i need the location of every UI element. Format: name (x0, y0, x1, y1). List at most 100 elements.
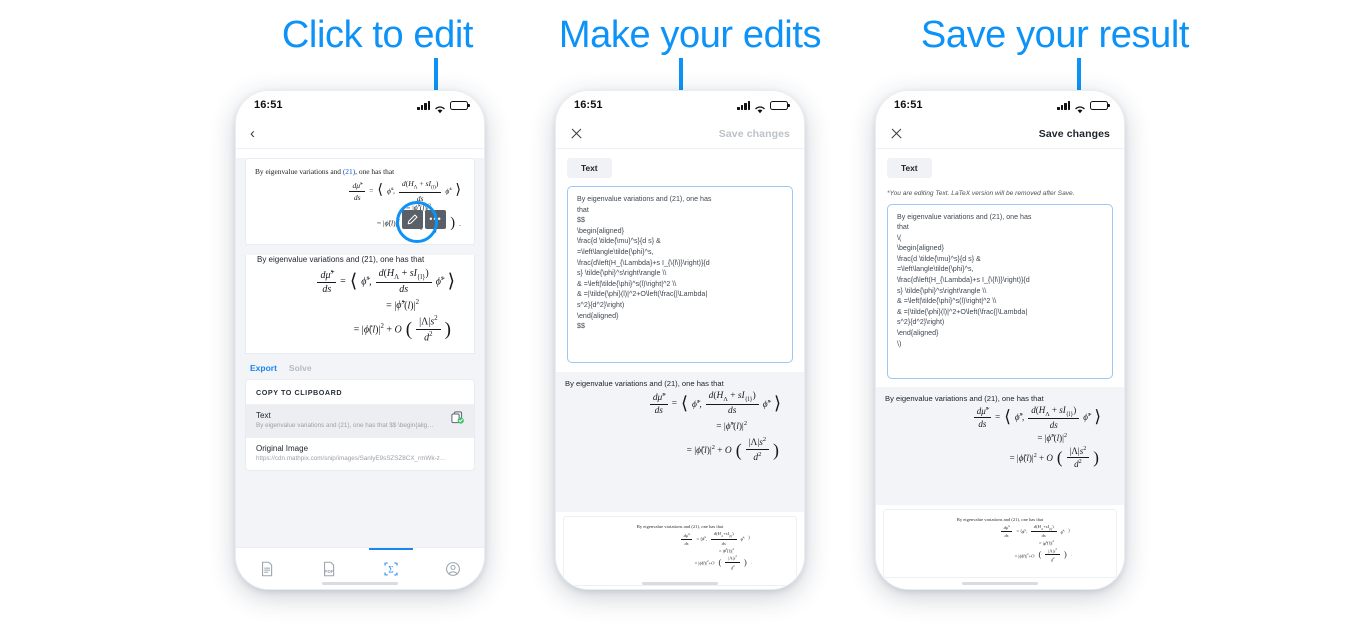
editor-line: s} \tilde{\phi}^s\right\rangle \\ (577, 269, 667, 278)
status-clock: 16:51 (254, 99, 283, 111)
editor-line: & =|\tilde{\phi}(l)|^2+O\left(\frac{|\La… (577, 290, 708, 299)
phone-mockup-1: 16:51 ‹ By eigenvalue variations and (21… (235, 90, 485, 590)
phone3-content: Text *You are editing Text. LaTeX versio… (876, 149, 1124, 589)
editor-line: \begin{aligned} (577, 226, 624, 235)
headline-make-your-edits: Make your edits (558, 14, 822, 56)
editor-line: =\left\langle\tilde{\phi}^s, (897, 265, 974, 274)
editor-line: \frac{d \tilde{\mu}^s}{d s} & (897, 254, 981, 263)
clipboard-row-text[interactable]: Text By eigenvalue variations and (21), … (246, 404, 474, 438)
status-bar-1: 16:51 (236, 91, 484, 119)
pdf-icon: PDF (324, 561, 335, 576)
snippet-card: By eigenvalue variations and (21), one h… (245, 158, 475, 246)
original-equation: dμ̃s ds = ⟨ϕ̃s, d(HΛ+sI(l)) ds ϕ̃s ⟩ = |ϕ̃s… (570, 531, 790, 571)
notch (637, 91, 723, 106)
phone1-content: By eigenvalue variations and (21), one h… (236, 158, 484, 589)
editor-line: & =\left|\tilde{\phi}^s(l)\right|^2 \\ (897, 297, 997, 306)
editor-line: s^2}{d^2}\right) (577, 300, 625, 309)
row-subtitle: https://cdn.mathpix.com/snip/images/Sanl… (256, 455, 447, 463)
rendered-equation: dμ̃s ds = ⟨ ϕ̃s, d(HΛ + sI{l}) ds ϕ̃s ⟩ = |ϕ… (255, 268, 465, 343)
editor-line: By eigenvalue variations and (21), one h… (577, 195, 712, 203)
sigma-snip-icon: Σ (384, 561, 398, 576)
editor-line: \frac{d\left(H_{\Lambda}+s I_{\{l\}}\rig… (897, 276, 1030, 285)
tab-export[interactable]: Export (250, 363, 277, 373)
editor-line: & =|\tilde{\phi}(l)|^2+O\left(\frac{|\La… (897, 307, 1028, 316)
preview-caption: By eigenvalue variations and (21), one h… (885, 393, 1044, 403)
svg-text:PDF: PDF (324, 568, 333, 573)
battery-icon (1090, 100, 1110, 110)
panel-header: COPY TO CLIPBOARD (256, 388, 343, 398)
editor-line: \end{aligned} (897, 329, 939, 338)
copy-to-clipboard-panel: COPY TO CLIPBOARD Text By eigenvalue var… (245, 379, 475, 472)
edit-button-highlight-ring (396, 201, 438, 243)
editor-line: & =\left|\tilde{\phi}^s(l)\right|^2 \\ (577, 279, 677, 288)
latex-editor-textarea[interactable]: By eigenvalue variations and (21), one h… (887, 203, 1113, 379)
editor-line: \frac{d\left(H_{\Lambda}+s I_{\{l\}}\rig… (577, 258, 710, 267)
battery-icon (450, 100, 470, 110)
headline-save-your-result: Save your result (920, 14, 1190, 56)
editor-line: $$ (577, 322, 585, 331)
equation-ref-link[interactable]: (21) (343, 167, 355, 176)
phone-mockup-2: 16:51 Save changes Text By eigenvalue va… (555, 90, 805, 590)
clipboard-row-original-image[interactable]: Original Image https://cdn.mathpix.com/s… (246, 437, 474, 470)
app-bar-3: Save changes (876, 119, 1124, 149)
close-icon[interactable] (890, 127, 903, 140)
original-image-preview-2: By eigenvalue variations and (21), one h… (563, 516, 797, 586)
signal-icon (417, 100, 430, 110)
back-icon[interactable]: ‹ (250, 126, 255, 141)
wifi-icon (1074, 101, 1086, 113)
status-clock: 16:51 (574, 99, 603, 111)
signal-icon (737, 100, 750, 110)
editor-line: =\left\langle\tilde{\phi}^s, (577, 247, 654, 256)
svg-text:Σ: Σ (388, 564, 393, 574)
editor-line: that (897, 223, 909, 232)
plain-paragraph: By eigenvalue variations and (21), one h… (257, 255, 425, 265)
preview-area-2: By eigenvalue variations and (21), one h… (556, 372, 804, 512)
status-bar-2: 16:51 (556, 91, 804, 119)
tab-solve[interactable]: Solve (289, 363, 312, 373)
original-caption: By eigenvalue variations and (21), one h… (956, 516, 1044, 522)
notch (957, 91, 1043, 106)
original-caption: By eigenvalue variations and (21), one h… (636, 524, 724, 529)
preview-equation: dμ̃s ds = ⟨ ϕ̃s, d(HΛ + sI{l}) ds ϕ̃s ⟩ = |ϕ… (883, 405, 1117, 469)
row-subtitle: By eigenvalue variations and (21), one h… (256, 422, 434, 430)
row-title: Text (256, 411, 271, 421)
editor-line: that (577, 205, 589, 214)
status-clock: 16:51 (894, 99, 923, 111)
tab-account[interactable] (422, 548, 484, 589)
app-bar-1: ‹ (236, 119, 484, 149)
preview-equation: dμ̃s ds = ⟨ ϕ̃s, d(HΛ + sI{l}) ds ϕ̃s ⟩ = |ϕ… (563, 391, 797, 464)
notch (317, 91, 403, 106)
editor-line: \) (897, 339, 902, 348)
editor-line: s^2}{d^2}\right) (897, 318, 945, 327)
editor-line: By eigenvalue variations and (21), one h… (897, 212, 1032, 221)
tab-documents[interactable] (236, 548, 298, 589)
format-chip-text[interactable]: Text (567, 158, 612, 178)
home-indicator (962, 582, 1038, 585)
original-image-preview-3: By eigenvalue variations and (21), one h… (883, 508, 1117, 578)
copy-success-icon[interactable] (451, 411, 464, 424)
row-title: Original Image (256, 444, 309, 454)
wifi-icon (434, 101, 446, 113)
format-chip-text[interactable]: Text (887, 158, 932, 178)
close-icon[interactable] (570, 127, 583, 140)
home-indicator (642, 582, 718, 585)
editor-line: s} \tilde{\phi}^s\right\rangle \\ (897, 286, 987, 295)
home-indicator (322, 582, 398, 585)
editing-note: *You are editing Text. LaTeX version wil… (887, 190, 1075, 197)
export-solve-tabs: Export Solve (236, 354, 484, 379)
signal-icon (1057, 100, 1070, 110)
document-icon (262, 561, 273, 576)
wifi-icon (754, 101, 766, 113)
save-changes-button[interactable]: Save changes (1039, 128, 1110, 140)
app-bar-2: Save changes (556, 119, 804, 149)
phone-mockup-3: 16:51 Save changes Text *You are editing… (875, 90, 1125, 590)
latex-editor-textarea[interactable]: By eigenvalue variations and (21), one h… (567, 186, 793, 363)
phone2-content: Text By eigenvalue variations and (21), … (556, 149, 804, 589)
save-changes-button[interactable]: Save changes (719, 128, 790, 140)
editor-line: \( (897, 233, 902, 242)
original-equation: dμ̃s ds = ⟨ϕ̃s, d(HΛ+sI(l)) ds ϕ̃s ⟩ = |ϕ̃s… (890, 524, 1110, 563)
snippet-caption: By eigenvalue variations and (21), one h… (255, 167, 395, 176)
poster-canvas: Click to edit Make your edits Save your … (0, 0, 1359, 634)
preview-area-3: By eigenvalue variations and (21), one h… (876, 386, 1124, 505)
status-bar-3: 16:51 (876, 91, 1124, 119)
